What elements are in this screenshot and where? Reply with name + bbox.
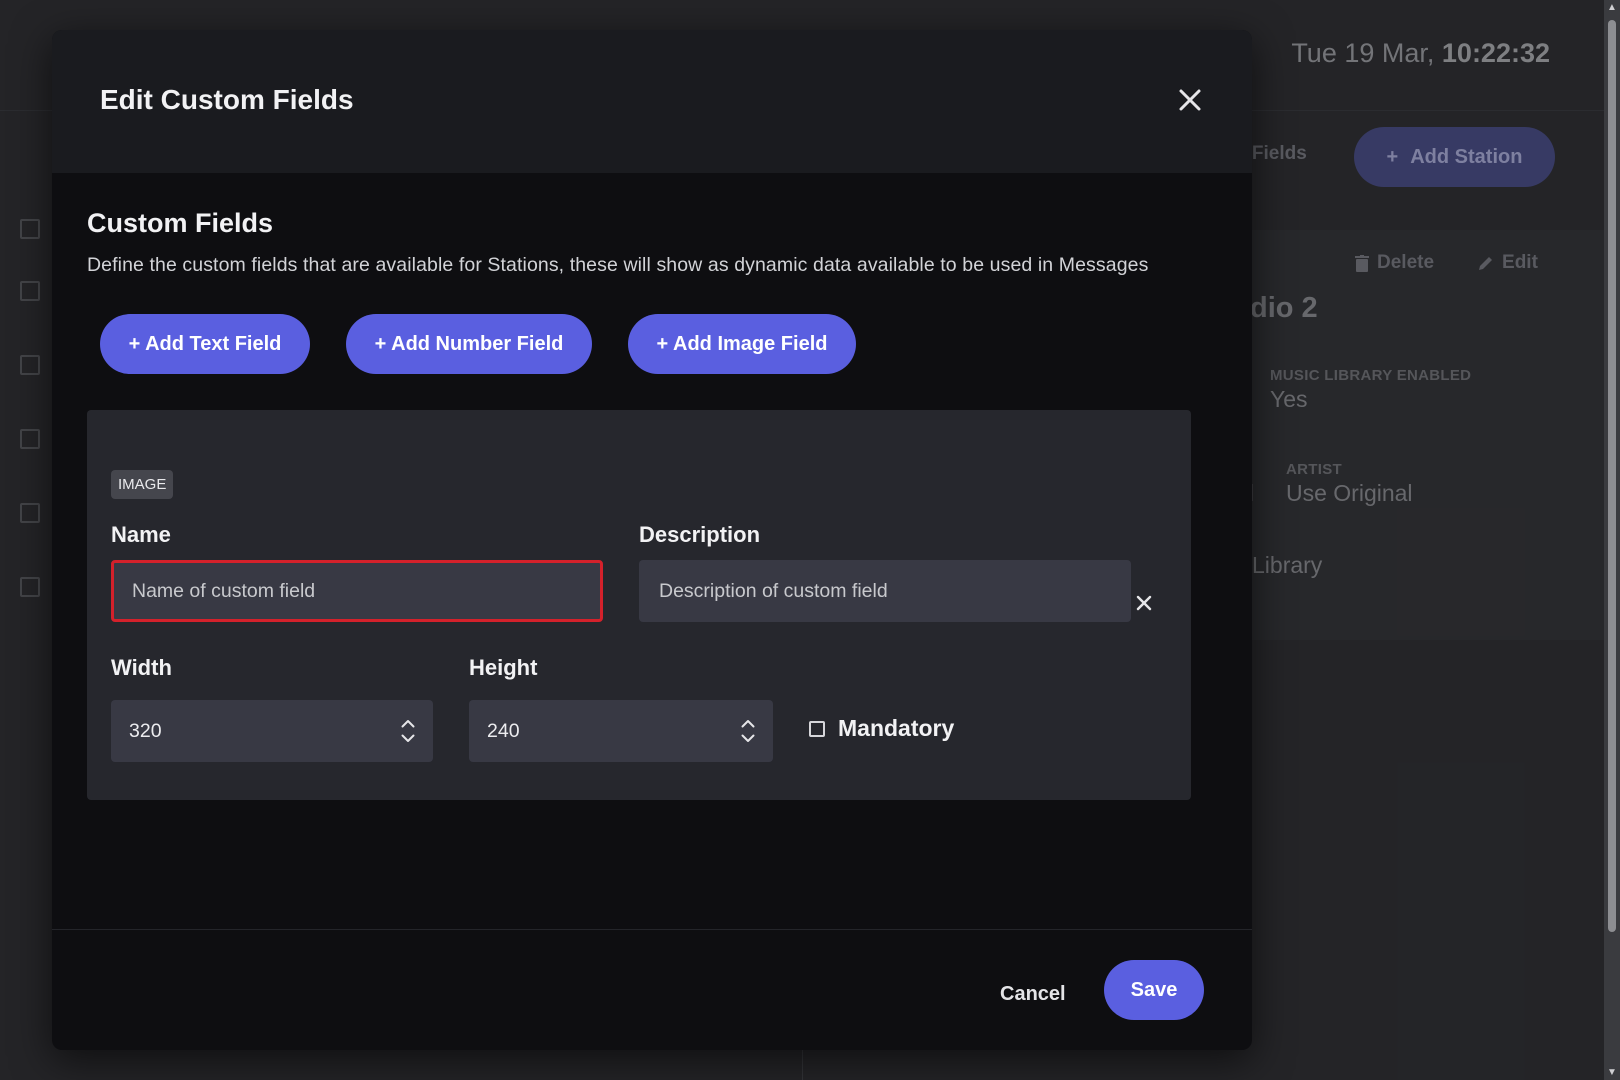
remove-field-icon[interactable] xyxy=(1133,592,1155,614)
height-label: Height xyxy=(469,655,538,680)
description-label: Description xyxy=(639,522,761,547)
page-scrollbar[interactable]: ▲ ▼ xyxy=(1604,0,1620,1080)
width-label: Width xyxy=(111,655,172,680)
name-label: Name xyxy=(111,522,171,547)
close-icon[interactable] xyxy=(1172,82,1208,118)
section-title: Custom Fields xyxy=(87,208,274,238)
scroll-down-arrow-icon[interactable]: ▼ xyxy=(1604,1067,1620,1078)
footer-divider xyxy=(52,929,1252,930)
scroll-up-arrow-icon[interactable]: ▲ xyxy=(1604,2,1620,13)
custom-field-card: IMAGE Name Description Width 320 Height … xyxy=(87,410,1191,800)
chevron-up-icon[interactable] xyxy=(401,719,415,728)
width-value: 320 xyxy=(129,719,162,742)
description-input[interactable] xyxy=(639,560,1131,622)
chevron-down-icon[interactable] xyxy=(741,734,755,743)
section-description: Define the custom fields that are availa… xyxy=(87,254,1149,276)
field-type-badge: IMAGE xyxy=(111,470,174,499)
modal-title: Edit Custom Fields xyxy=(100,84,354,115)
mandatory-label: Mandatory xyxy=(838,715,955,741)
chevron-down-icon[interactable] xyxy=(401,734,415,743)
name-input[interactable] xyxy=(111,560,603,622)
add-image-field-button[interactable]: + Add Image Field xyxy=(628,314,856,374)
cancel-button[interactable]: Cancel xyxy=(1000,983,1066,1006)
height-value: 240 xyxy=(487,719,520,742)
scrollbar-thumb[interactable] xyxy=(1608,20,1616,932)
height-stepper[interactable] xyxy=(741,719,755,743)
add-text-field-button[interactable]: + Add Text Field xyxy=(100,314,310,374)
width-stepper[interactable] xyxy=(401,719,415,743)
modal-header: Edit Custom Fields xyxy=(52,30,1252,173)
add-number-field-button[interactable]: + Add Number Field xyxy=(346,314,592,374)
mandatory-checkbox-box[interactable] xyxy=(809,720,825,737)
height-input[interactable]: 240 xyxy=(469,700,773,762)
save-button[interactable]: Save xyxy=(1104,960,1204,1020)
edit-custom-fields-modal: Edit Custom Fields Custom Fields Define … xyxy=(52,30,1252,1050)
chevron-up-icon[interactable] xyxy=(741,719,755,728)
width-input[interactable]: 320 xyxy=(111,700,433,762)
mandatory-checkbox[interactable]: Mandatory xyxy=(809,715,954,742)
